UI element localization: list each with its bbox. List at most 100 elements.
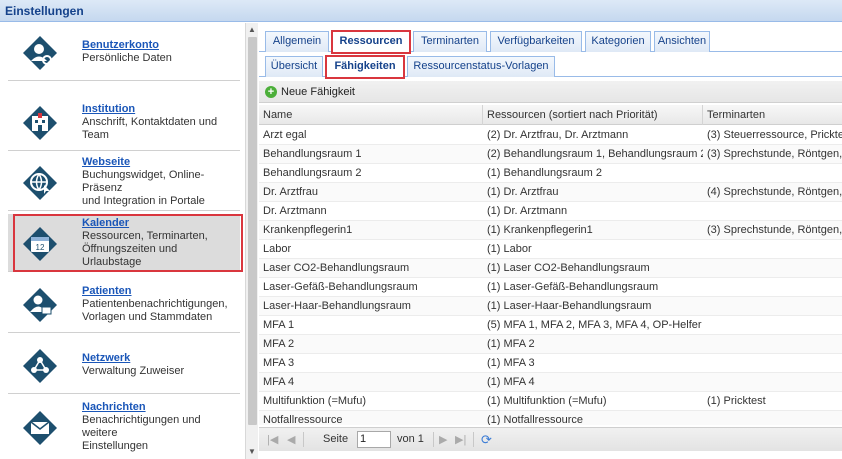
row-ressourcen-cell: (1) MFA 4 bbox=[487, 376, 535, 388]
sidebar-item-institution[interactable]: Institution Anschrift, Kontaktdaten und … bbox=[8, 93, 240, 151]
sidebar-item-title: Patienten bbox=[82, 284, 132, 297]
row-ressourcen-cell: (1) Laser-Gefäß-Behandlungsraum bbox=[487, 281, 659, 293]
main-panel: Allgemein Ressourcen Terminarten Verfügb… bbox=[259, 23, 842, 459]
last-page-icon[interactable]: ▶| bbox=[455, 433, 466, 446]
table-row[interactable]: Multifunktion (=Mufu) (1) Multifunktion (… bbox=[259, 392, 842, 411]
row-terminarten-cell: (1) Pricktest bbox=[707, 395, 766, 407]
row-terminarten-cell: (3) Steuerressource, Prickte bbox=[707, 129, 842, 141]
table-row[interactable]: Dr. Arztmann (1) Dr. Arztmann bbox=[259, 202, 842, 221]
table-row[interactable]: Labor (1) Labor bbox=[259, 240, 842, 259]
row-name-cell: MFA 4 bbox=[263, 376, 295, 388]
first-page-icon[interactable]: |◀ bbox=[267, 433, 278, 446]
row-name-cell: Dr. Arztmann bbox=[263, 205, 327, 217]
scroll-down-icon[interactable]: ▼ bbox=[248, 447, 256, 457]
row-name-cell: MFA 2 bbox=[263, 338, 295, 350]
refresh-icon[interactable]: ⟳ bbox=[481, 432, 492, 448]
row-terminarten-cell bbox=[703, 373, 842, 392]
row-name-cell: Laser CO2-Behandlungsraum bbox=[263, 262, 410, 274]
table-row[interactable]: Laser-Gefäß-Behandlungsraum (1) Laser-Gef… bbox=[259, 278, 842, 297]
sidebar-item-patienten[interactable]: Patienten Patientenbenachrichtigungen, V… bbox=[8, 275, 240, 333]
table-row[interactable]: MFA 4 (1) MFA 4 bbox=[259, 373, 842, 392]
sidebar-item-netzwerk[interactable]: Netzwerk Verwaltung Zuweiser bbox=[8, 336, 240, 394]
tab-ansichten[interactable]: Ansichten bbox=[654, 31, 710, 52]
row-terminarten-cell bbox=[703, 316, 842, 335]
table-row[interactable]: Notfallressource (1) Notfallressource bbox=[259, 411, 842, 425]
prev-page-icon[interactable]: ◀ bbox=[287, 433, 295, 446]
settings-sidebar: Benutzerkonto Persönliche Daten Institut… bbox=[0, 23, 245, 459]
table-row[interactable]: Krankenpflegerin1 (1) Krankenpflegerin1 (3… bbox=[259, 221, 842, 240]
row-ressourcen-cell: (1) Notfallressource bbox=[487, 414, 583, 425]
table-row[interactable]: MFA 2 (1) MFA 2 bbox=[259, 335, 842, 354]
next-page-icon[interactable]: ▶ bbox=[439, 433, 447, 446]
row-terminarten-cell: (3) Sprechstunde, Röntgen, bbox=[707, 224, 842, 236]
row-terminarten-cell bbox=[703, 259, 842, 278]
page-count-label: von 1 bbox=[397, 433, 424, 445]
scroll-up-icon[interactable]: ▲ bbox=[248, 25, 256, 35]
row-ressourcen-cell: (1) Laser CO2-Behandlungsraum bbox=[487, 262, 650, 274]
patient-card-icon bbox=[23, 288, 57, 322]
tab-verfuegbarkeiten[interactable]: Verfügbarkeiten bbox=[490, 31, 582, 52]
sidebar-item-webseite[interactable]: Webseite Buchungswidget, Online-Präsenz … bbox=[8, 153, 240, 211]
sidebar-item-desc: Vorlagen und Stammdaten bbox=[82, 310, 213, 323]
pager-separator bbox=[433, 432, 434, 447]
main-tabbar: Allgemein Ressourcen Terminarten Verfügb… bbox=[259, 30, 842, 54]
sidebar-item-nachrichten[interactable]: Nachrichten Benachrichtigungen und weite… bbox=[8, 398, 240, 456]
globe-cursor-icon bbox=[23, 166, 57, 200]
sidebar-item-desc: Persönliche Daten bbox=[82, 52, 172, 64]
sidebar-item-desc: Verwaltung Zuweiser bbox=[82, 365, 185, 377]
window-title: Einstellungen bbox=[5, 4, 84, 18]
row-name-cell: Dr. Arztfrau bbox=[263, 186, 319, 198]
row-terminarten-cell bbox=[703, 335, 842, 354]
sidebar-scrollbar-thumb[interactable] bbox=[248, 37, 257, 425]
sidebar-item-desc: Benachrichtigungen und weitere bbox=[82, 414, 201, 439]
row-terminarten-cell: (4) Sprechstunde, Röntgen, bbox=[707, 186, 842, 198]
sidebar-item-desc: Einstellungen bbox=[82, 440, 149, 452]
add-faehigkeit-button[interactable]: + Neue Fähigkeit bbox=[265, 84, 355, 100]
row-ressourcen-cell: (2) Dr. Arztfrau, Dr. Arztmann bbox=[487, 129, 629, 141]
row-ressourcen-cell: (1) MFA 3 bbox=[487, 357, 535, 369]
page-label: Seite bbox=[323, 433, 349, 445]
table-row[interactable]: Dr. Arztfrau (1) Dr. Arztfrau (4) Sprechst… bbox=[259, 183, 842, 202]
subtab-ressourcenstatus-vorlagen[interactable]: Ressourcenstatus-Vorlagen bbox=[407, 56, 555, 77]
row-name-cell: Arzt egal bbox=[263, 129, 307, 141]
network-icon bbox=[23, 349, 57, 383]
tab-kategorien[interactable]: Kategorien bbox=[585, 31, 651, 52]
sub-tabbar: Übersicht Fähigkeiten Ressourcenstatus-V… bbox=[259, 55, 842, 79]
table-row[interactable]: MFA 3 (1) MFA 3 bbox=[259, 354, 842, 373]
row-name-cell: Multifunktion (=Mufu) bbox=[263, 395, 367, 407]
table-row[interactable]: Arzt egal (2) Dr. Arztfrau, Dr. Arztmann (… bbox=[259, 126, 842, 145]
sidebar-item-title: Benutzerkonto bbox=[82, 39, 159, 51]
row-name-cell: Behandlungsraum 2 bbox=[263, 167, 362, 179]
row-name-cell: Behandlungsraum 1 bbox=[263, 148, 362, 160]
table-row[interactable]: Behandlungsraum 2 (1) Behandlungsraum 2 bbox=[259, 164, 842, 183]
table-row[interactable]: MFA 1 (5) MFA 1, MFA 2, MFA 3, MFA 4, OP-… bbox=[259, 316, 842, 335]
tab-allgemein[interactable]: Allgemein bbox=[265, 31, 329, 52]
page-number-input[interactable]: 1 bbox=[357, 431, 391, 448]
subtab-faehigkeiten[interactable]: Fähigkeiten bbox=[325, 55, 405, 79]
window-titlebar: Einstellungen bbox=[0, 0, 842, 22]
column-header-ressourcen[interactable]: Ressourcen (sortiert nach Priorität) bbox=[483, 105, 703, 125]
row-terminarten-cell bbox=[703, 164, 842, 183]
subtab-uebersicht[interactable]: Übersicht bbox=[265, 56, 323, 77]
table-row[interactable]: Laser-Haar-Behandlungsraum (1) Laser-Haar… bbox=[259, 297, 842, 316]
row-ressourcen-cell: (1) Behandlungsraum 2 bbox=[487, 167, 602, 179]
table-row[interactable]: Laser CO2-Behandlungsraum (1) Laser CO2-B… bbox=[259, 259, 842, 278]
user-gear-icon bbox=[23, 36, 57, 70]
column-header-name[interactable]: Name bbox=[259, 105, 483, 125]
building-icon bbox=[23, 106, 57, 140]
row-ressourcen-cell: (5) MFA 1, MFA 2, MFA 3, MFA 4, OP-Helfe… bbox=[487, 319, 702, 331]
table-row[interactable]: Behandlungsraum 1 (2) Behandlungsraum 1, … bbox=[259, 145, 842, 164]
row-ressourcen-cell: (1) MFA 2 bbox=[487, 338, 535, 350]
kalender-highlight-box bbox=[13, 214, 243, 272]
tab-ressourcen[interactable]: Ressourcen bbox=[331, 30, 411, 54]
row-name-cell: Labor bbox=[263, 243, 292, 255]
sidebar-item-benutzerkonto[interactable]: Benutzerkonto Persönliche Daten bbox=[8, 23, 240, 81]
row-ressourcen-cell: (1) Dr. Arztmann bbox=[487, 205, 568, 217]
column-header-terminarten[interactable]: Terminarten bbox=[703, 105, 842, 125]
tab-terminarten[interactable]: Terminarten bbox=[413, 31, 487, 52]
row-name-cell: Notfallressource bbox=[263, 414, 343, 425]
row-name-cell: Laser-Haar-Behandlungsraum bbox=[263, 300, 411, 312]
row-ressourcen-cell: (1) Multifunktion (=Mufu) bbox=[487, 395, 607, 407]
sidebar-item-title: Institution bbox=[82, 102, 136, 115]
sidebar-scrollbar[interactable]: ▲ ▼ bbox=[245, 23, 258, 459]
